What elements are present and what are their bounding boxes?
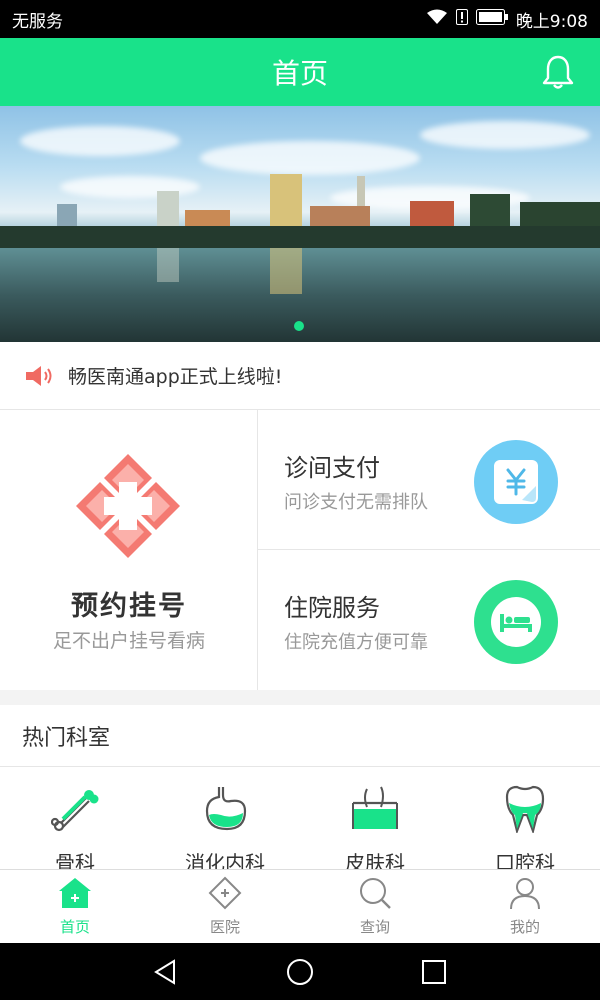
tab-hospital[interactable]: 医院 [150,870,300,944]
hospital-bed-icon [474,580,558,664]
app-header: 首页 [0,38,600,106]
tab-profile[interactable]: 我的 [450,870,600,944]
tab-label: 首页 [59,918,90,936]
home-circle-icon[interactable] [286,958,314,986]
dept-stomatology[interactable]: 口腔科 [450,767,600,869]
skin-icon [351,785,399,833]
inpatient-card[interactable]: 住院服务 住院充值方便可靠 [258,550,600,690]
appointment-subtitle: 足不出户挂号看病 [52,630,205,652]
stomach-icon [201,785,249,833]
speaker-icon [24,364,56,388]
carrier-text: 无服务 [12,11,63,32]
banner-carousel[interactable] [0,106,600,342]
status-bar: 无服务 晚上9:08 [0,0,600,38]
inpatient-subtitle: 住院充值方便可靠 [284,632,428,653]
recents-icon[interactable] [420,958,448,986]
user-icon [508,876,542,910]
tab-label: 我的 [509,918,540,936]
appointment-title: 预约挂号 [71,591,187,622]
dept-dermatology[interactable]: 皮肤科 [300,767,450,869]
clock-text: 晚上9:08 [515,11,588,32]
battery-icon [475,8,508,30]
search-icon [358,876,392,910]
medical-cross-flower-icon [74,452,182,560]
announcement-bar[interactable]: 畅医南通app正式上线啦! [0,342,600,410]
hospital-icon [208,876,242,910]
dept-label: 口腔科 [495,851,555,869]
inpatient-title: 住院服务 [284,594,380,622]
tab-home[interactable]: 首页 [0,870,150,944]
sim-alert-icon [455,8,468,30]
appointment-card[interactable]: 预约挂号 足不出户挂号看病 [0,410,258,690]
clinic-payment-subtitle: 问诊支付无需排队 [284,492,428,513]
service-grid: 预约挂号 足不出户挂号看病 诊间支付 问诊支付无需排队 住院服务 住院充值方便可… [0,410,600,690]
dept-orthopedics[interactable]: 骨科 [0,767,150,869]
dept-gastroenterology[interactable]: 消化内科 [150,767,300,869]
announcement-text: 畅医南通app正式上线啦! [68,366,283,388]
clinic-payment-title: 诊间支付 [284,454,380,482]
wifi-icon [426,9,448,30]
tab-label: 查询 [359,918,390,936]
system-navigation-bar [0,943,600,1000]
page-title: 首页 [271,57,328,90]
hot-departments-title: 热门科室 [0,705,600,767]
department-list: 骨科 消化内科 皮肤科 口腔科 [0,767,600,869]
carousel-indicator[interactable] [294,321,304,331]
bone-icon [50,785,99,833]
yuan-payment-icon [474,440,558,524]
tab-label: 医院 [209,918,240,936]
clinic-payment-card[interactable]: 诊间支付 问诊支付无需排队 [258,410,600,550]
bottom-tab-bar: 首页 医院 查询 我的 [0,869,600,943]
tooth-icon [501,785,549,835]
bell-icon[interactable] [541,54,575,90]
dept-label: 骨科 [55,851,95,869]
tab-query[interactable]: 查询 [300,870,450,944]
dept-label: 皮肤科 [345,851,405,869]
home-icon [58,876,92,910]
back-icon[interactable] [152,958,180,986]
dept-label: 消化内科 [185,851,265,869]
